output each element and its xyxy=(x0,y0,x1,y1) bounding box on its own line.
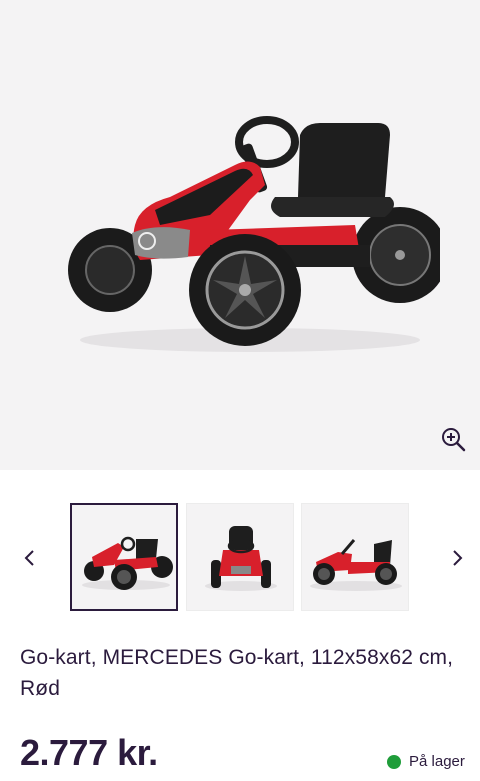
chevron-left-icon[interactable] xyxy=(16,544,44,572)
thumbnail-1[interactable] xyxy=(70,503,178,611)
thumbnail-3[interactable] xyxy=(301,503,409,611)
product-price: 2.777 kr. xyxy=(20,732,158,773)
thumbnail-2[interactable] xyxy=(186,503,294,611)
stock-status: På lager xyxy=(387,753,465,770)
go-kart-image xyxy=(68,116,440,352)
stock-status-label: På lager xyxy=(409,753,465,770)
chevron-right-icon[interactable] xyxy=(443,544,471,572)
in-stock-dot-icon xyxy=(387,754,401,769)
product-main-image[interactable] xyxy=(0,0,480,470)
product-title: Go-kart, MERCEDES Go-kart, 112x58x62 cm,… xyxy=(20,646,454,700)
thumbnail-strip xyxy=(0,470,480,630)
zoom-in-icon[interactable] xyxy=(438,424,468,454)
